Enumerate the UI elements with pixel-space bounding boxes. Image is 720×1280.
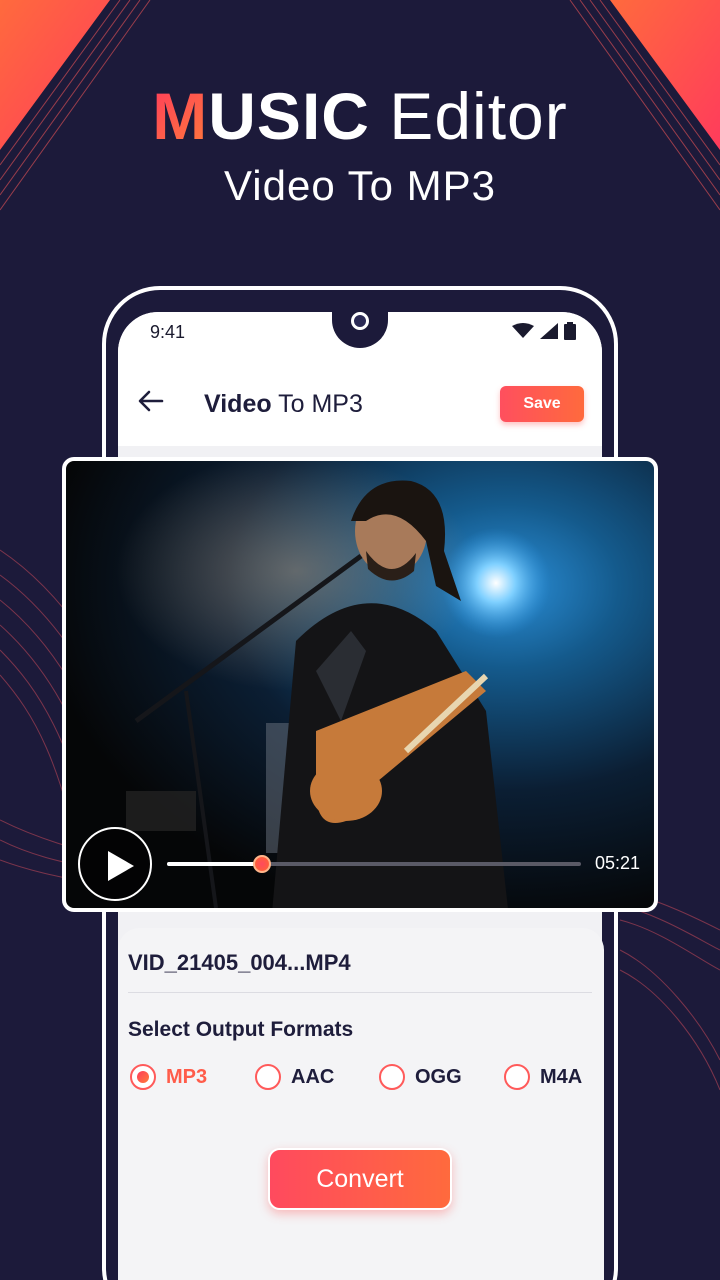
output-formats-title: Select Output Formats — [128, 1018, 354, 1041]
format-option-aac[interactable]: AAC — [255, 1064, 334, 1090]
conversion-panel: VID_21405_004...MP4 Select Output Format… — [118, 928, 604, 1280]
convert-button[interactable]: Convert — [268, 1148, 452, 1210]
radio-button[interactable] — [379, 1064, 405, 1090]
notch — [332, 312, 388, 348]
status-icons — [512, 322, 576, 340]
seek-bar-progress — [167, 862, 263, 866]
screen-title-bold: Video — [204, 390, 272, 418]
signal-icon — [540, 323, 558, 339]
screen-title: Video To MP3 — [204, 390, 363, 419]
format-label: M4A — [540, 1065, 583, 1088]
divider — [128, 992, 592, 993]
format-option-m4a[interactable]: M4A — [504, 1064, 582, 1090]
video-thumbnail — [116, 461, 551, 908]
format-label: AAC — [291, 1065, 335, 1088]
play-button[interactable] — [78, 827, 152, 901]
format-radio-group: MP3 AAC OGG M4A — [130, 1064, 600, 1098]
play-icon — [108, 851, 134, 881]
app-headline: MUSIC Editor — [0, 78, 720, 154]
file-name: VID_21405_004...MP4 — [128, 950, 351, 975]
seek-bar[interactable] — [167, 855, 581, 873]
wifi-icon — [512, 323, 534, 338]
app-bar: Video To MP3 Save — [118, 356, 602, 446]
format-option-ogg[interactable]: OGG — [379, 1064, 462, 1090]
headline-light: Editor — [389, 79, 568, 153]
front-camera-icon — [351, 312, 369, 330]
headline-subtitle: Video To MP3 — [224, 162, 496, 209]
headline-bold: USIC — [208, 79, 370, 153]
back-arrow-icon[interactable] — [136, 386, 166, 416]
radio-button[interactable] — [255, 1064, 281, 1090]
radio-button[interactable] — [130, 1064, 156, 1090]
headline-accent-letter: M — [152, 79, 209, 153]
video-preview[interactable]: 05:21 — [62, 457, 658, 912]
battery-icon — [564, 322, 576, 340]
screen-title-rest: To MP3 — [278, 390, 363, 418]
status-time: 9:41 — [150, 322, 186, 342]
format-option-mp3[interactable]: MP3 — [130, 1064, 207, 1090]
status-bar: 9:41 — [118, 312, 602, 356]
format-label: OGG — [415, 1065, 462, 1088]
format-label: MP3 — [166, 1065, 208, 1088]
radio-button[interactable] — [504, 1064, 530, 1090]
video-duration: 05:21 — [595, 853, 641, 873]
save-button[interactable]: Save — [500, 386, 584, 422]
